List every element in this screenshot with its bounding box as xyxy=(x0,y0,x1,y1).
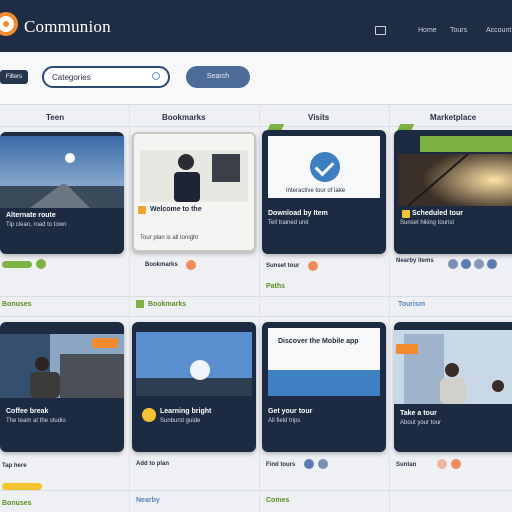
tab-marketplace[interactable]: Marketplace xyxy=(430,113,476,122)
badge-icon xyxy=(142,408,156,422)
banner-text: Discover the Mobile app xyxy=(278,338,359,345)
window-icon[interactable] xyxy=(375,26,386,35)
nav-link-account[interactable]: Account xyxy=(486,27,511,34)
column-divider xyxy=(129,104,130,512)
section-label[interactable]: Bonuses xyxy=(2,301,32,308)
card-subtitle: Tour plan is all tonight xyxy=(140,235,199,241)
section-label[interactable]: Comes xyxy=(266,497,289,504)
divider xyxy=(0,490,512,491)
nav-link-home[interactable]: Home xyxy=(418,27,437,34)
card-meta: Find tours xyxy=(266,462,296,468)
status-dot xyxy=(304,459,314,469)
play-icon[interactable] xyxy=(138,206,146,214)
tour-card[interactable]: Discover the Mobile app Get your tour Al… xyxy=(262,322,386,452)
card-title: Coffee break xyxy=(6,408,49,415)
progress-pill xyxy=(2,261,32,268)
card-meta: Tap here xyxy=(2,463,27,469)
search-button-label: Search xyxy=(206,73,230,80)
divider xyxy=(0,126,512,127)
search-input[interactable]: Categories xyxy=(42,66,170,88)
nav-link-tours[interactable]: Tours xyxy=(450,27,467,34)
status-dot xyxy=(474,259,484,269)
progress-pill xyxy=(2,483,42,490)
column-divider xyxy=(389,104,390,512)
sunset-image xyxy=(398,154,512,206)
search-icon[interactable] xyxy=(152,72,160,80)
tour-card[interactable]: Coffee break The team at the studio xyxy=(0,322,124,452)
highlight-strip xyxy=(420,136,512,152)
road-image xyxy=(0,136,124,208)
brand-name[interactable]: Communion xyxy=(24,17,111,37)
card-title: Welcome to the xyxy=(150,206,202,213)
logo-icon[interactable] xyxy=(0,12,18,36)
bookmark-icon xyxy=(136,300,144,308)
status-dot xyxy=(437,459,447,469)
card-subtitle: The team at the studio xyxy=(6,418,66,424)
status-dot xyxy=(318,459,328,469)
section-label[interactable]: Paths xyxy=(266,283,285,290)
section-label[interactable]: Tourism xyxy=(398,301,425,308)
divider xyxy=(0,296,512,297)
card-subtitle: Sunset hiking tourist xyxy=(400,220,455,226)
tour-card[interactable]: Scheduled tour Sunset hiking tourist xyxy=(394,130,512,254)
search-button[interactable]: Search xyxy=(186,66,250,88)
banner-image xyxy=(268,370,380,396)
card-meta: Bookmarks xyxy=(145,262,178,268)
tour-card[interactable]: Learning bright Sunburst guide xyxy=(132,322,256,452)
status-dot xyxy=(451,459,461,469)
card-title: Take a tour xyxy=(400,410,437,417)
tab-teen[interactable]: Teen xyxy=(46,113,64,122)
sunburst-image xyxy=(136,332,252,396)
status-dot xyxy=(186,260,196,270)
divider xyxy=(0,316,512,317)
card-title: Scheduled tour xyxy=(412,210,463,217)
people-photo xyxy=(394,330,512,404)
card-subtitle: About your tour xyxy=(400,420,442,426)
status-dot xyxy=(36,259,46,269)
card-subtitle: Tell trained unit xyxy=(268,220,309,226)
tour-card[interactable]: Welcome to the Tour plan is all tonight xyxy=(132,132,256,252)
tab-visits[interactable]: Visits xyxy=(308,113,329,122)
card-subtitle: Sunburst guide xyxy=(160,418,201,424)
card-subtitle: All field trips xyxy=(268,418,301,424)
card-title: Alternate route xyxy=(6,212,56,219)
tour-card[interactable]: Take a tour About your tour xyxy=(394,322,512,452)
top-bar: Communion Home Tours Account xyxy=(0,0,512,52)
search-query: Categories xyxy=(52,73,91,82)
orange-tag xyxy=(396,344,418,354)
check-icon xyxy=(310,152,340,182)
tab-bookmarks[interactable]: Bookmarks xyxy=(162,113,206,122)
card-meta: Nearby items xyxy=(396,258,434,264)
person-photo xyxy=(140,150,248,202)
card-title: Get your tour xyxy=(268,408,313,415)
status-dot xyxy=(308,261,318,271)
status-dot xyxy=(461,259,471,269)
star-icon xyxy=(402,210,410,218)
card-meta: Sunset tour xyxy=(266,263,300,269)
section-label[interactable]: Nearby xyxy=(136,497,160,504)
section-label[interactable]: Bonuses xyxy=(2,500,32,507)
status-dot xyxy=(448,259,458,269)
column-divider xyxy=(259,104,260,512)
card-meta: Add to plan xyxy=(136,461,169,467)
section-label[interactable]: Bookmarks xyxy=(148,301,186,308)
card-title: Learning bright xyxy=(160,408,212,415)
card-title: Download by Item xyxy=(268,210,328,217)
card-meta: Suntan xyxy=(396,462,417,468)
orange-tag xyxy=(92,338,118,348)
card-subtitle: Tip clean, road to town xyxy=(6,222,67,228)
tour-card[interactable]: Interactive tour of lake Download by Ite… xyxy=(262,130,386,254)
filter-label: Filters xyxy=(5,74,23,80)
banner-text: Interactive tour of lake xyxy=(286,188,346,194)
status-dot xyxy=(487,259,497,269)
filter-button[interactable]: Filters xyxy=(0,70,28,84)
tour-card[interactable]: Alternate route Tip clean, road to town xyxy=(0,132,124,254)
